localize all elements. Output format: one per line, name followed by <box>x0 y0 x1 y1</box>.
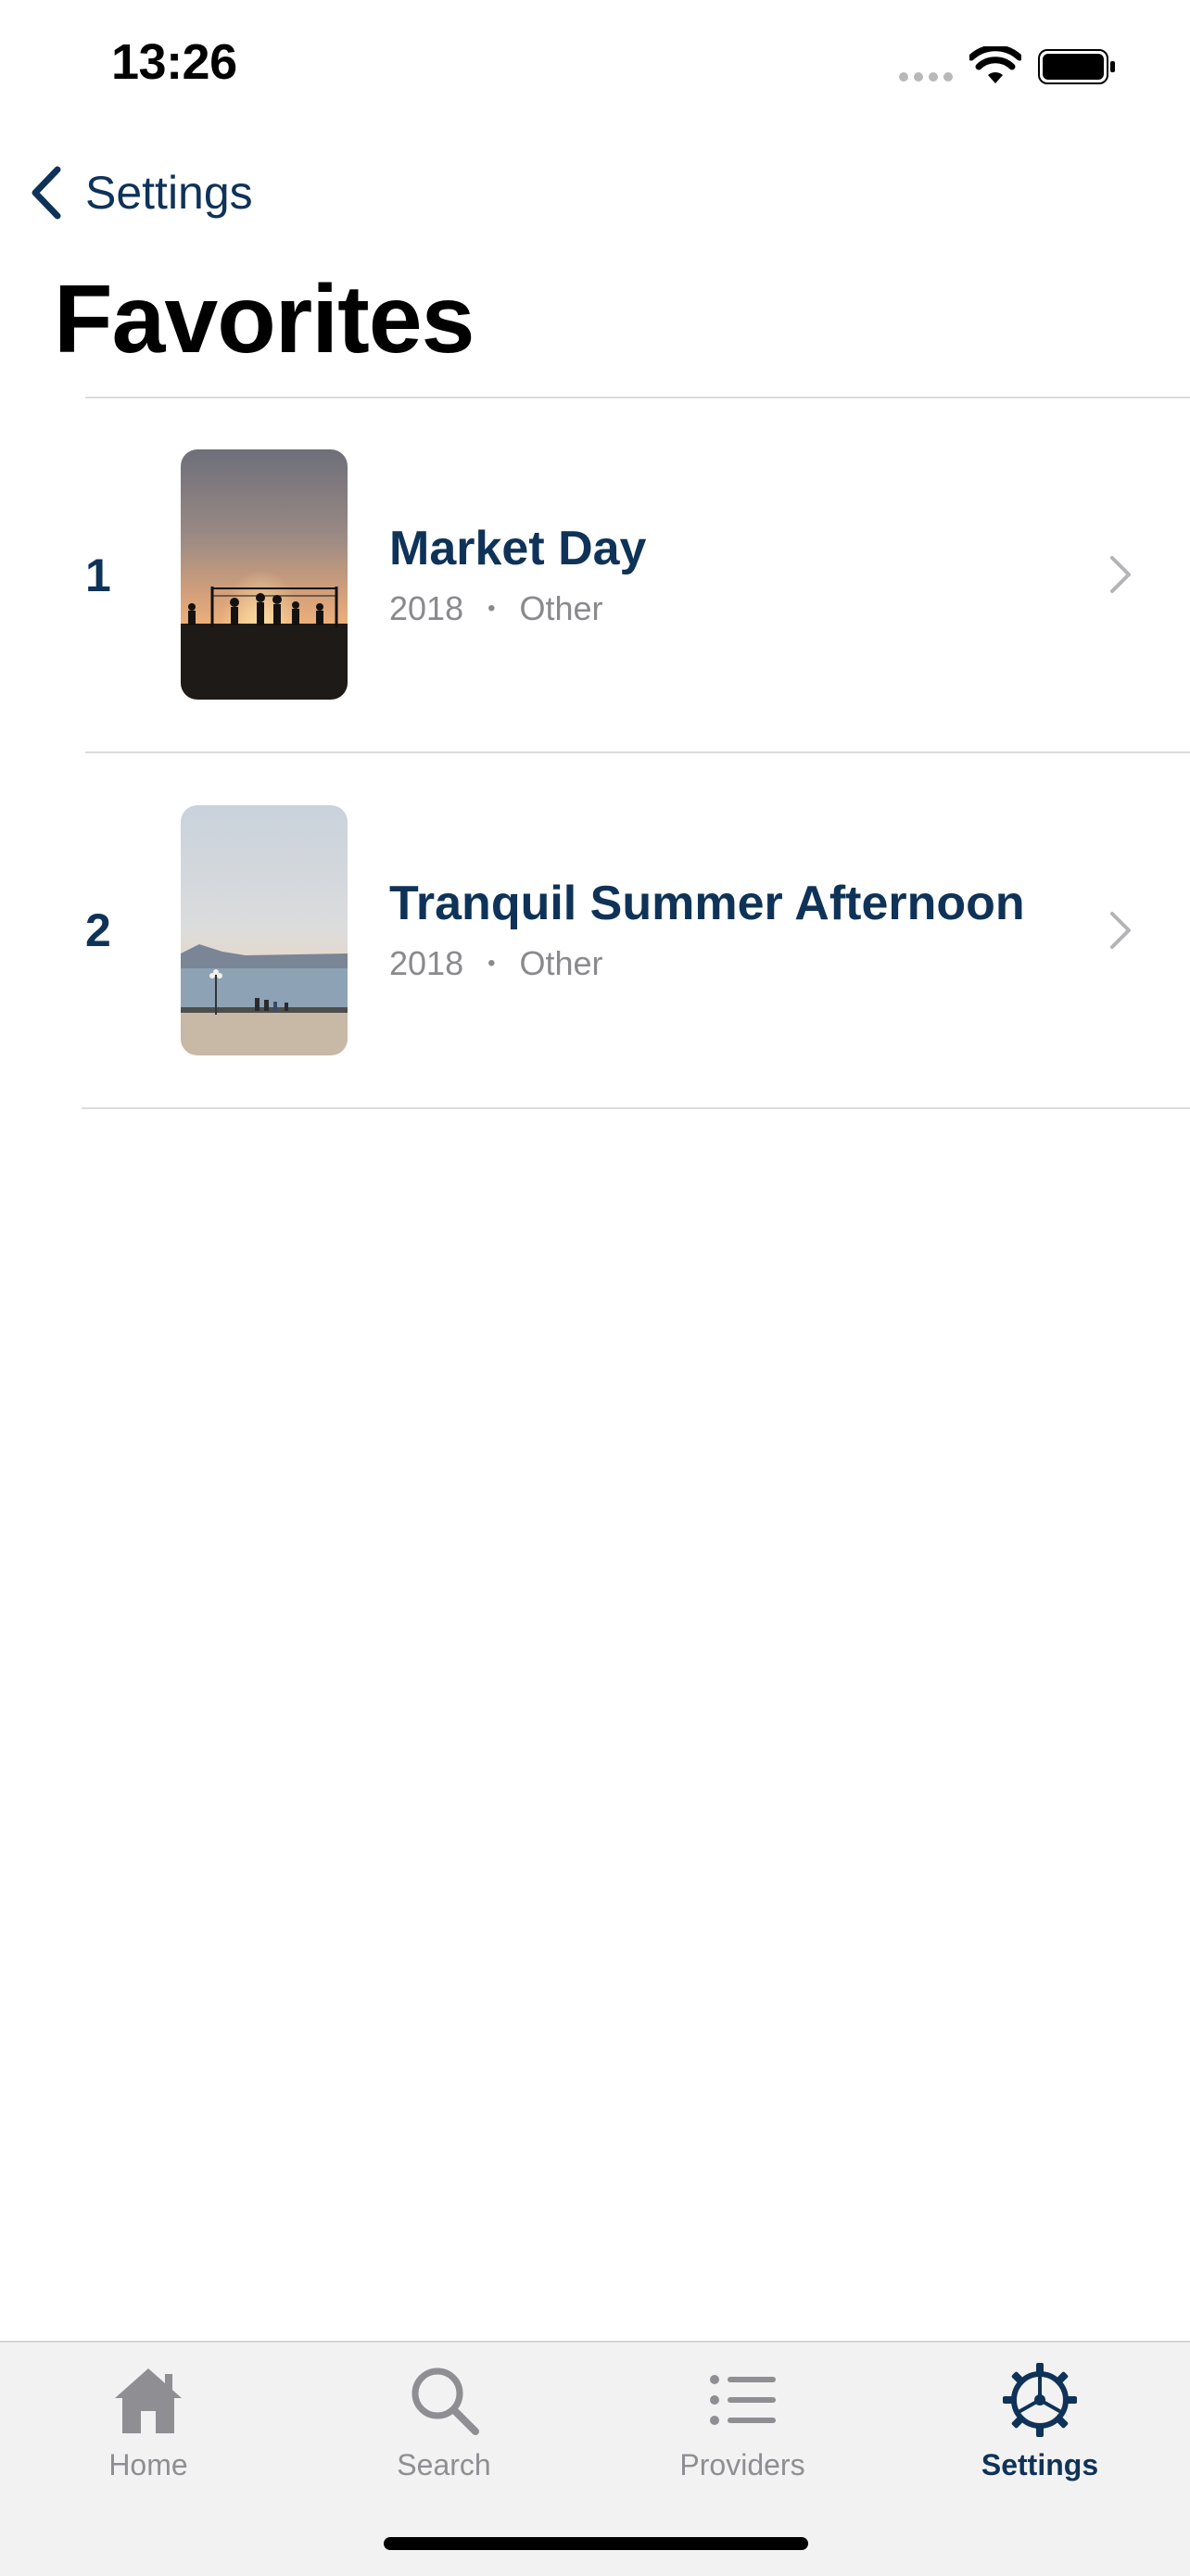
wifi-icon <box>969 46 1021 83</box>
item-meta: 2018 • Other <box>389 944 603 983</box>
status-time: 13:26 <box>111 34 237 90</box>
chevron-left-icon <box>32 166 61 220</box>
meta-separator: • <box>487 951 496 976</box>
gear-icon <box>1003 2363 1077 2437</box>
item-title: Tranquil Summer Afternoon <box>389 877 1025 930</box>
tab-providers[interactable]: Providers <box>640 2354 844 2493</box>
cellular-signal-icon <box>899 72 953 82</box>
list-icon <box>710 2375 776 2425</box>
item-year: 2018 <box>389 944 464 982</box>
item-title: Market Day <box>389 522 647 575</box>
item-rank: 2 <box>85 904 111 956</box>
list-divider <box>82 1107 1190 1109</box>
tab-label: Providers <box>679 2448 805 2481</box>
house-icon <box>115 2368 182 2433</box>
item-thumbnail <box>181 805 348 1055</box>
back-button[interactable]: Settings <box>28 156 253 230</box>
magnifier-icon <box>411 2368 479 2435</box>
tab-home[interactable]: Home <box>46 2354 250 2493</box>
chevron-right-icon <box>1110 912 1131 949</box>
item-thumbnail <box>181 449 348 700</box>
page-title: Favorites <box>54 266 475 373</box>
meta-separator: • <box>487 596 496 621</box>
battery-icon <box>1038 49 1115 84</box>
item-meta: 2018 • Other <box>389 589 603 628</box>
tab-settings[interactable]: Settings <box>938 2354 1142 2493</box>
item-category: Other <box>519 944 603 982</box>
item-year: 2018 <box>389 589 464 627</box>
tab-search[interactable]: Search <box>342 2354 546 2493</box>
back-button-label: Settings <box>85 167 253 219</box>
tab-label: Home <box>108 2448 188 2481</box>
item-rank: 1 <box>85 549 111 601</box>
tab-label: Settings <box>981 2448 1099 2481</box>
home-indicator <box>384 2537 808 2550</box>
item-category: Other <box>519 589 603 627</box>
chevron-right-icon <box>1110 556 1131 593</box>
tab-label: Search <box>397 2448 491 2481</box>
